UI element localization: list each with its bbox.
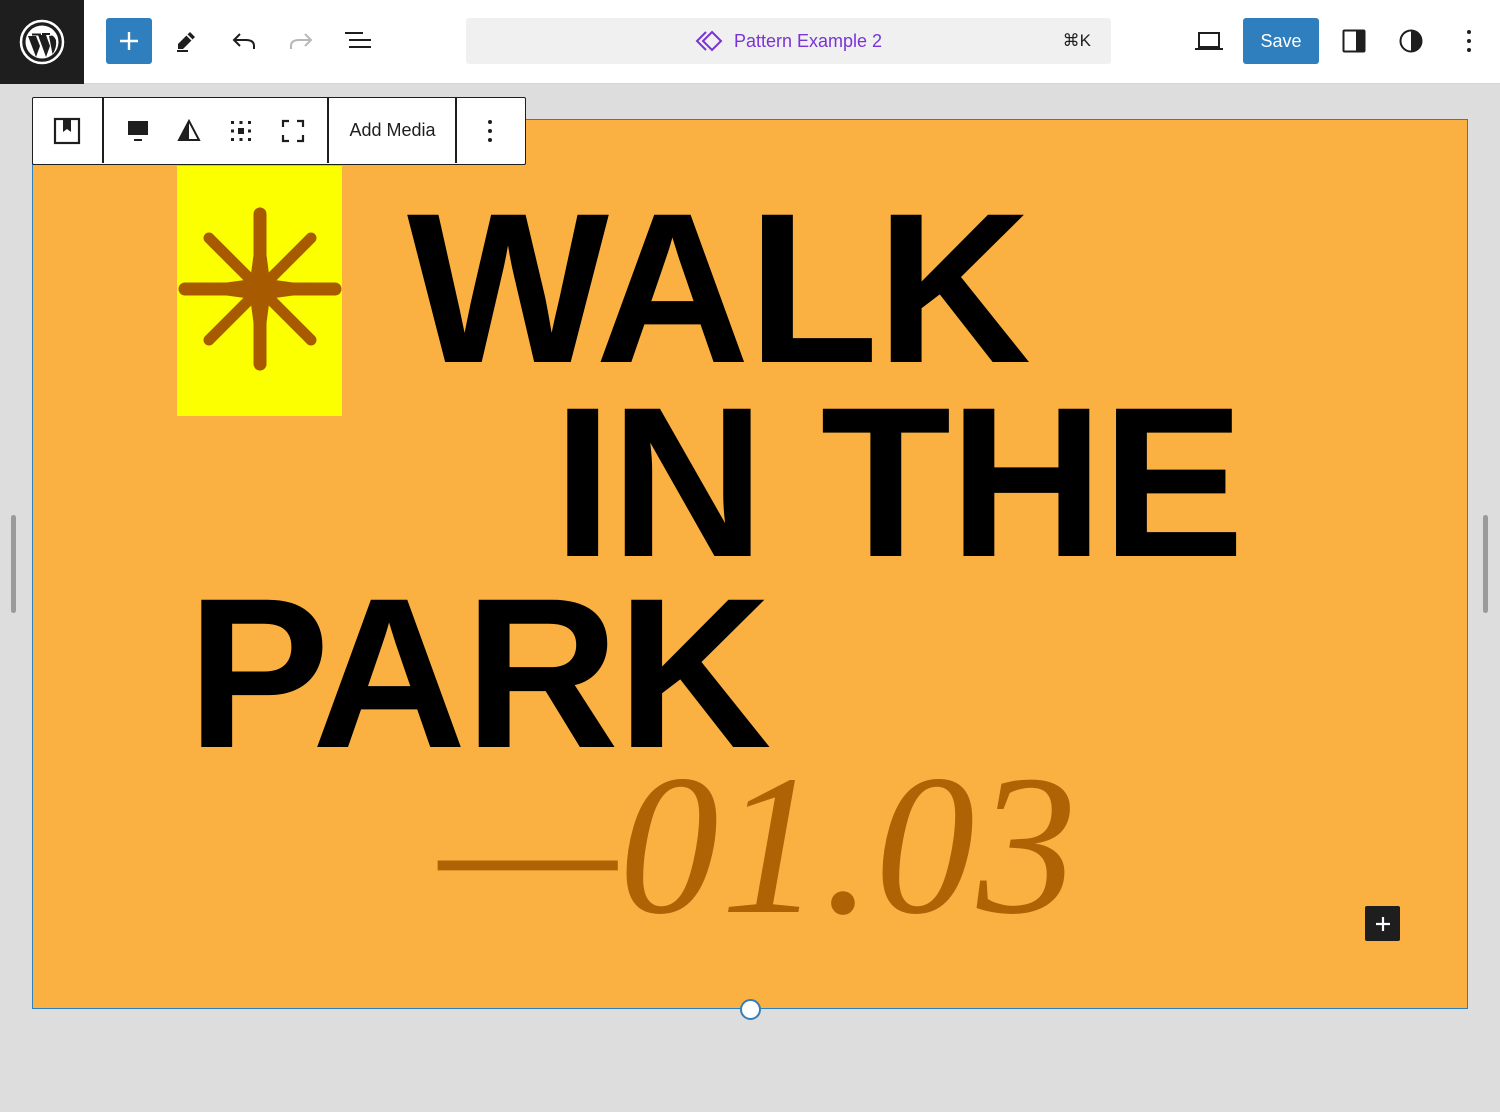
sidebar-icon [1342, 29, 1366, 53]
fullscreen-icon [281, 119, 305, 143]
command-palette-bar[interactable]: Pattern Example 2 ⌘K [466, 18, 1111, 64]
save-button[interactable]: Save [1243, 18, 1319, 64]
cover-height-resize-handle[interactable] [740, 999, 761, 1020]
toolbar-divider [102, 98, 104, 163]
half-circle-icon [1399, 29, 1423, 53]
block-options-button[interactable] [467, 108, 513, 154]
list-view-icon [345, 32, 371, 48]
cover-block[interactable]: WALK IN THE PARK —01.03 [32, 119, 1468, 1009]
options-button[interactable] [1446, 18, 1492, 64]
preview-button[interactable] [1186, 18, 1232, 64]
settings-button[interactable] [1331, 18, 1377, 64]
align-button[interactable] [115, 108, 161, 154]
pencil-icon [177, 32, 195, 52]
canvas-resize-handle-right[interactable] [1483, 515, 1488, 613]
wordpress-logo-icon[interactable] [0, 0, 84, 84]
toolbar-divider [455, 98, 457, 163]
asterisk-star-icon [178, 206, 342, 372]
document-title-group: Pattern Example 2 [466, 18, 1111, 64]
duotone-triangle-icon [177, 118, 201, 141]
redo-icon [290, 33, 313, 49]
star-image-block[interactable] [177, 166, 342, 416]
editor-header: Pattern Example 2 ⌘K Save [0, 0, 1500, 84]
block-inserter-button[interactable] [106, 18, 152, 64]
duotone-filter-button[interactable] [166, 108, 212, 154]
add-block-button[interactable] [1365, 906, 1400, 941]
block-type-switcher-button[interactable] [44, 108, 90, 154]
document-title[interactable]: Pattern Example 2 [734, 31, 882, 52]
align-full-icon [128, 121, 148, 141]
command-shortcut: ⌘K [1062, 31, 1091, 50]
list-view-button[interactable] [335, 18, 381, 64]
block-toolbar: Add Media [32, 97, 526, 165]
redo-button[interactable] [278, 18, 324, 64]
tools-button[interactable] [163, 18, 209, 64]
pattern-diamond-icon [695, 30, 723, 52]
styles-button[interactable] [1388, 18, 1434, 64]
date-text[interactable]: —01.03 [439, 746, 1079, 946]
laptop-icon [1195, 32, 1223, 50]
undo-button[interactable] [221, 18, 267, 64]
plus-icon [120, 32, 138, 50]
full-height-toggle-button[interactable] [270, 108, 316, 154]
content-position-button[interactable] [218, 108, 264, 154]
canvas-resize-handle-left[interactable] [11, 515, 16, 613]
cover-block-icon [53, 117, 81, 145]
position-grid-icon [231, 121, 251, 141]
plus-icon [1375, 916, 1390, 931]
add-media-button[interactable]: Add Media [329, 98, 456, 163]
vertical-ellipsis-icon [1467, 30, 1471, 52]
undo-icon [232, 33, 255, 49]
vertical-ellipsis-icon [488, 120, 492, 142]
